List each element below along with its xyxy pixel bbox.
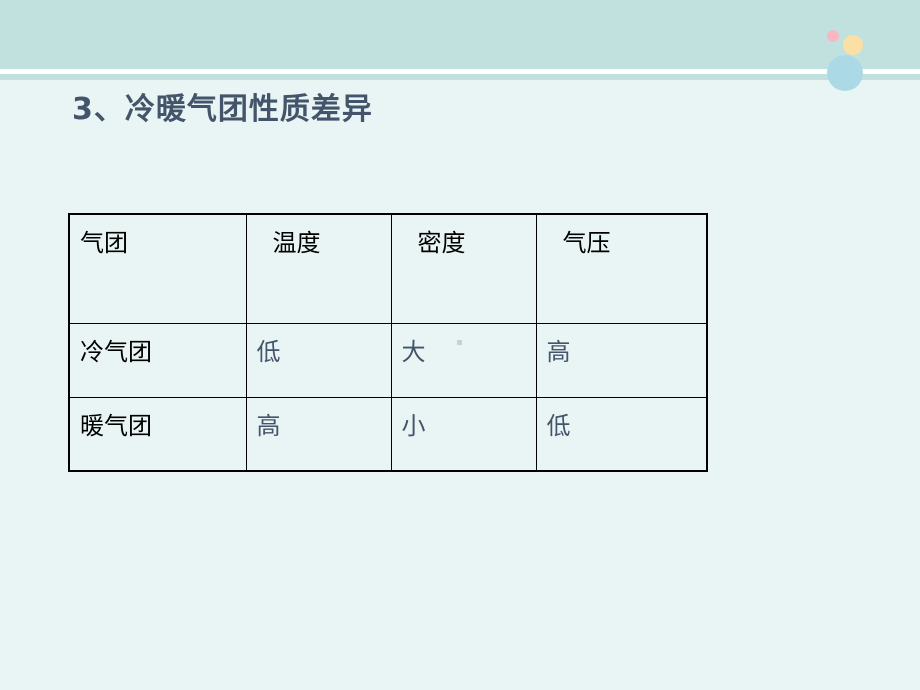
header-divider-teal <box>0 74 920 80</box>
decorative-blue-dot-icon <box>827 55 863 91</box>
table-row: 冷气团 低 大 高 <box>68 322 708 398</box>
header-temperature: 温度 <box>245 213 392 324</box>
row-label-warm-air-mass: 暖气团 <box>68 396 247 472</box>
cell-density: 小 <box>390 396 537 472</box>
row-label-cold-air-mass: 冷气团 <box>68 322 247 398</box>
cell-pressure: 低 <box>535 396 708 472</box>
cell-pressure: 高 <box>535 322 708 398</box>
air-mass-properties-table: 气团 温度 密度 气压 冷气团 低 大 高 暖气团 高 小 低 <box>68 213 708 472</box>
header-density: 密度 <box>390 213 537 324</box>
cell-density: 大 <box>390 322 537 398</box>
decorative-pink-dot-icon <box>827 30 839 42</box>
table-header-row: 气团 温度 密度 气压 <box>68 213 708 324</box>
table-row: 暖气团 高 小 低 <box>68 396 708 472</box>
cell-temperature: 高 <box>245 396 392 472</box>
cell-temperature: 低 <box>245 322 392 398</box>
stray-marker <box>457 340 462 345</box>
decorative-yellow-dot-icon <box>843 35 863 55</box>
slide-title: 3、冷暖气团性质差异 <box>72 92 373 127</box>
header-air-mass: 气团 <box>68 213 247 324</box>
header-band <box>0 0 920 69</box>
header-pressure: 气压 <box>535 213 708 324</box>
